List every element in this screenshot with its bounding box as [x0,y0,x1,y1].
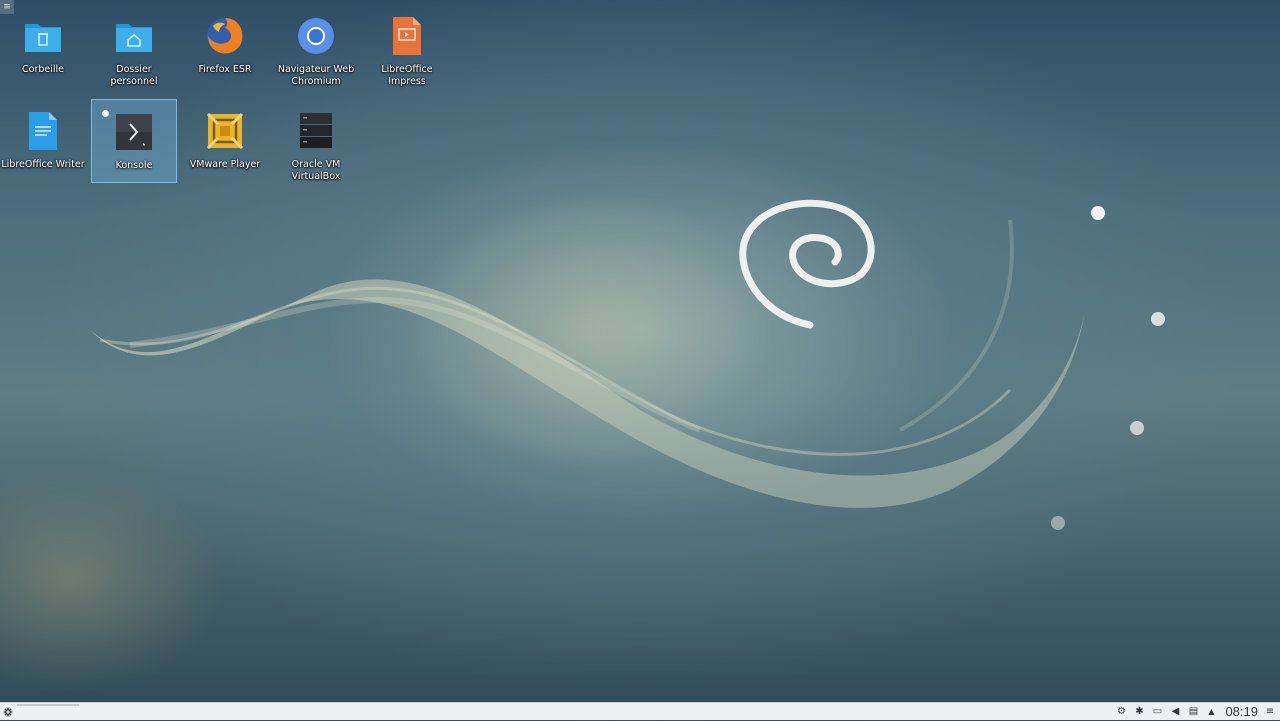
icon-label: Oracle VM VirtualBox [291,159,341,182]
desktop-icon-vmware[interactable]: VMware Player [182,99,268,183]
digital-clock[interactable]: 08:19 [1225,704,1258,719]
network-icon[interactable]: ▭ [1151,706,1163,718]
desktop-icon-firefox[interactable]: Firefox ESR [182,4,268,88]
icon-label: Dossier personnel [110,64,158,87]
desktop-icon-impress[interactable]: LibreOffice Impress [364,4,450,88]
libreoffice-impress-icon [387,16,427,56]
debian-swirl-logo [739,199,875,329]
desktop-icon-konsole[interactable]: Konsole [91,99,177,183]
home-folder-icon [114,16,154,56]
desktop: ≡ Corbeille Dossier personnel Firefox ES… [0,0,1280,702]
icon-label: Corbeille [22,64,64,75]
kde-menu-icon[interactable] [1,703,15,721]
icon-label: LibreOffice Impress [381,64,433,87]
vmware-icon [205,111,245,151]
desktop-icon-writer[interactable]: LibreOffice Writer [0,99,86,183]
virtualbox-icon [296,111,336,151]
desktop-icon-home-folder[interactable]: Dossier personnel [91,4,177,88]
desktop-icon-virtualbox[interactable]: Oracle VM VirtualBox [273,99,359,183]
icon-label: Konsole [115,160,153,171]
icon-label: VMware Player [189,159,261,170]
panel-menu-icon[interactable]: ≡ [1264,706,1276,718]
desktop-icon-chromium[interactable]: Navigateur Web Chromium [273,4,359,88]
icon-label: Navigateur Web Chromium [277,64,355,87]
icon-label: Firefox ESR [198,64,252,75]
chevron-up-icon[interactable]: ▲ [1205,706,1217,718]
volume-icon[interactable]: ◀ [1169,706,1181,718]
trash-folder-icon [23,16,63,56]
selection-indicator[interactable] [102,110,109,117]
system-tray: ⚙ ✱ ▭ ◀ ▤ ▲ 08:19 ≡ [1115,704,1280,719]
bluetooth-icon[interactable]: ✱ [1133,706,1145,718]
update-icon[interactable]: ⚙ [1115,706,1127,718]
chromium-icon [296,16,336,56]
taskbar-panel: ⚙ ✱ ▭ ◀ ▤ ▲ 08:19 ≡ [0,702,1280,720]
firefox-icon [205,16,245,56]
libreoffice-writer-icon [23,111,63,151]
desktop-icon-trash[interactable]: Corbeille [0,4,86,88]
task-manager-indicator [17,703,79,706]
clipboard-icon[interactable]: ▤ [1187,706,1199,718]
terminal-icon [114,112,154,152]
icon-label: LibreOffice Writer [1,159,85,170]
